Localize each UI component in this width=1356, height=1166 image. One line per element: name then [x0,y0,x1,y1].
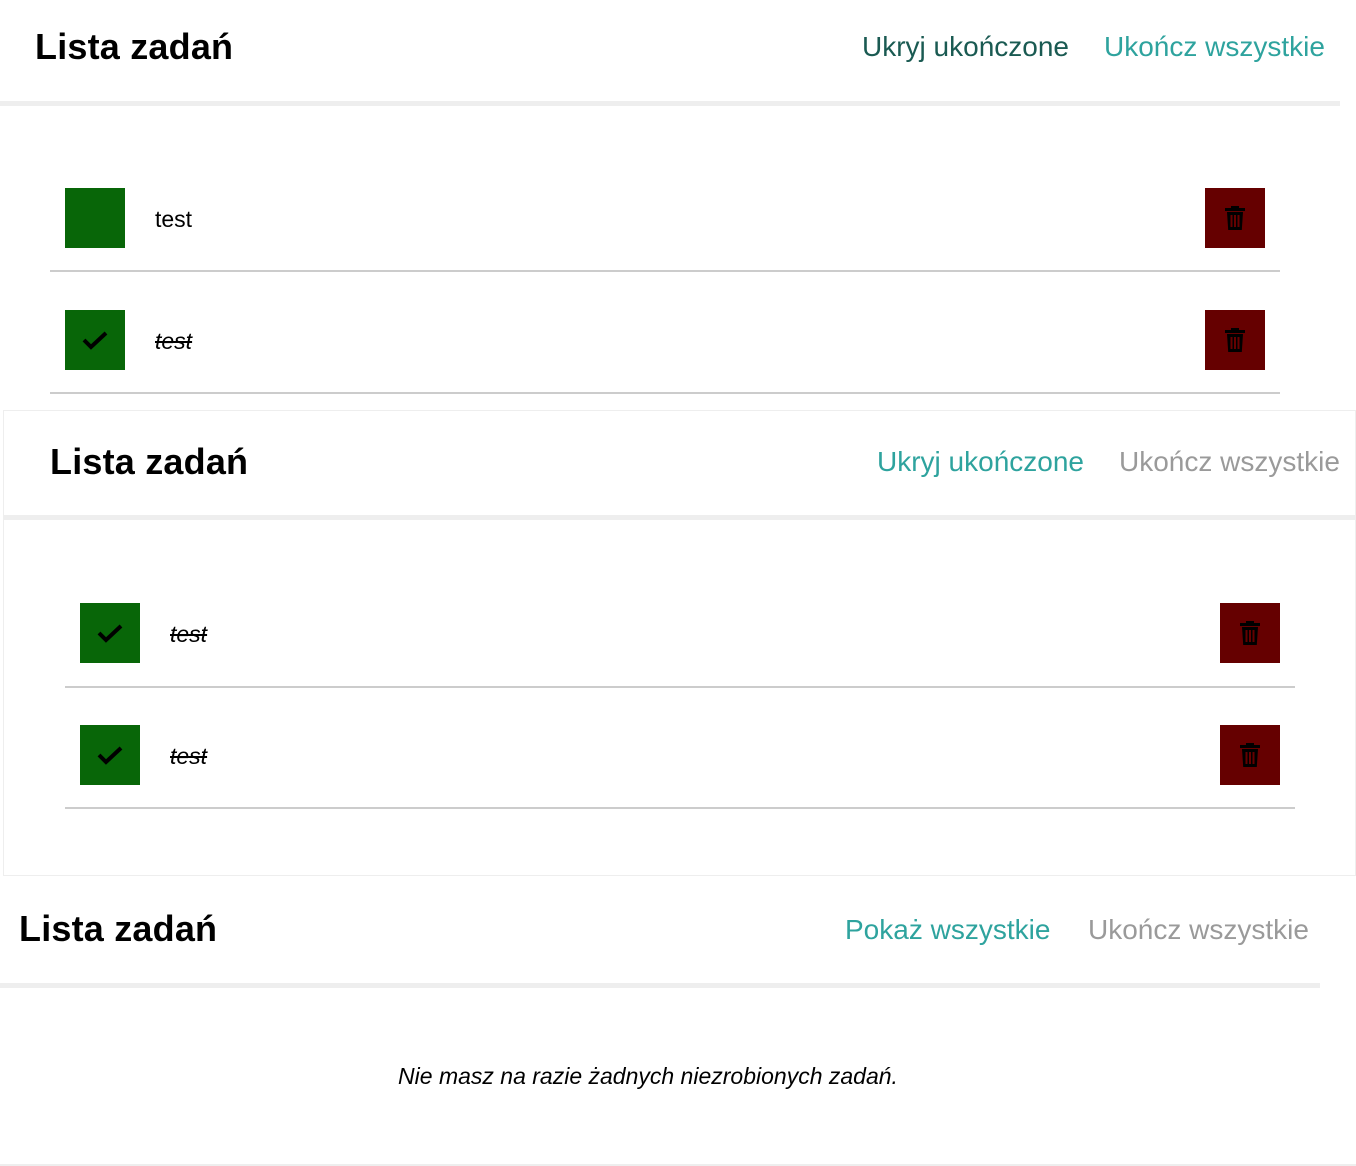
panel-header: Lista zadań Pokaż wszystkie Ukończ wszys… [0,876,1320,988]
task-checkbox[interactable] [80,603,140,663]
show-all-button[interactable]: Pokaż wszystkie [845,914,1050,946]
task-label: test [170,743,208,769]
task-label: test [155,328,193,354]
delete-task-button[interactable] [1220,603,1280,663]
task-checkbox[interactable] [80,725,140,785]
task-row: test [65,687,1295,809]
trash-icon [1225,206,1245,230]
delete-task-button[interactable] [1205,310,1265,370]
task-checkbox[interactable] [65,188,125,248]
task-label: test [170,621,208,647]
complete-all-button[interactable]: Ukończ wszystkie [1119,446,1340,478]
hide-completed-button[interactable]: Ukryj ukończone [862,31,1069,63]
trash-icon [1225,328,1245,352]
complete-all-button[interactable]: Ukończ wszystkie [1088,914,1309,946]
task-row: test [50,150,1280,272]
trash-icon [1240,743,1260,767]
page-title: Lista zadań [35,26,234,67]
page-title: Lista zadań [50,441,249,482]
task-label: test [155,206,193,232]
todo-panel-3: Lista zadań Pokaż wszystkie Ukończ wszys… [0,876,1356,1166]
panel-header: Lista zadań Ukryj ukończone Ukończ wszys… [4,411,1355,520]
complete-all-button[interactable]: Ukończ wszystkie [1104,31,1325,63]
panel-header: Lista zadań Ukryj ukończone Ukończ wszys… [0,0,1340,106]
check-icon [82,331,108,350]
trash-icon [1240,621,1260,645]
task-row: test [65,566,1295,688]
page-title: Lista zadań [19,908,218,949]
delete-task-button[interactable] [1220,725,1280,785]
task-checkbox[interactable] [65,310,125,370]
task-row: test [50,272,1280,394]
delete-task-button[interactable] [1205,188,1265,248]
todo-panel-2: Lista zadań Ukryj ukończone Ukończ wszys… [3,410,1356,876]
empty-state-message: Nie masz na razie żadnych niezrobionych … [398,1063,898,1089]
todo-panel-1: Lista zadań Ukryj ukończone Ukończ wszys… [0,0,1340,410]
hide-completed-button[interactable]: Ukryj ukończone [877,446,1084,478]
check-icon [97,746,123,765]
check-icon [97,624,123,643]
